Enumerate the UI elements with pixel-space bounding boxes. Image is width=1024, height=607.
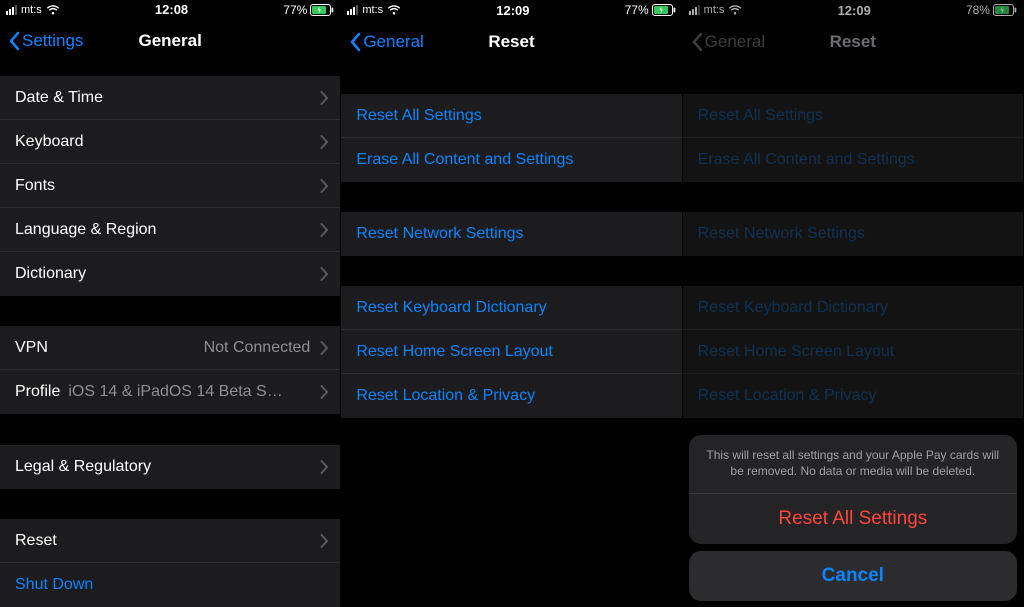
screen-general: mt:s 12:08 77% Settings General Date & T… — [0, 0, 341, 607]
back-button[interactable]: General — [349, 32, 423, 52]
row-dictionary[interactable]: Dictionary — [0, 252, 340, 296]
carrier-label: mt:s — [362, 4, 383, 16]
reset-group-1: Reset All Settings Erase All Content and… — [683, 94, 1023, 182]
row-legal[interactable]: Legal & Regulatory — [0, 445, 340, 489]
row-language-region[interactable]: Language & Region — [0, 208, 340, 252]
chevron-left-icon — [349, 32, 361, 52]
status-bar: mt:s 12:09 78% — [683, 0, 1023, 20]
status-time: 12:09 — [496, 3, 529, 18]
battery-percent: 78% — [966, 3, 990, 17]
reset-group-1: Reset All Settings Erase All Content and… — [341, 94, 681, 182]
back-label: Settings — [22, 31, 83, 51]
chevron-right-icon — [320, 385, 328, 399]
reset-group-3: Reset Keyboard Dictionary Reset Home Scr… — [341, 286, 681, 418]
wifi-icon — [387, 5, 401, 15]
settings-group-3: Legal & Regulatory — [0, 445, 340, 489]
row-reset-network[interactable]: Reset Network Settings — [341, 212, 681, 256]
chevron-right-icon — [320, 534, 328, 548]
wifi-icon — [46, 5, 60, 15]
status-time: 12:08 — [155, 2, 188, 17]
nav-bar: Settings General — [0, 20, 340, 63]
status-time: 12:09 — [838, 3, 871, 18]
sheet-action-reset[interactable]: Reset All Settings — [689, 494, 1017, 544]
chevron-left-icon — [8, 31, 20, 51]
row-date-time[interactable]: Date & Time — [0, 76, 340, 120]
back-button: General — [691, 32, 765, 52]
battery-icon — [652, 4, 676, 16]
settings-group-2: VPN Not Connected Profile iOS 14 & iPadO… — [0, 326, 340, 414]
sheet-cancel-button[interactable]: Cancel — [689, 551, 1017, 601]
nav-bar: General Reset — [341, 20, 681, 64]
row-reset-home-screen-layout[interactable]: Reset Home Screen Layout — [341, 330, 681, 374]
wifi-icon — [728, 5, 742, 15]
row-vpn[interactable]: VPN Not Connected — [0, 326, 340, 370]
screen-reset: mt:s 12:09 77% General Reset Reset All S… — [341, 0, 682, 607]
reset-group-2: Reset Network Settings — [341, 212, 681, 256]
signal-icon — [347, 5, 358, 15]
nav-bar: General Reset — [683, 20, 1023, 64]
settings-group-1: Date & Time Keyboard Fonts Language & Re… — [0, 76, 340, 296]
row-reset-all-settings: Reset All Settings — [683, 94, 1023, 138]
battery-icon — [993, 4, 1017, 16]
action-sheet: This will reset all settings and your Ap… — [689, 435, 1017, 601]
signal-icon — [689, 5, 700, 15]
row-keyboard[interactable]: Keyboard — [0, 120, 340, 164]
row-reset-network: Reset Network Settings — [683, 212, 1023, 256]
row-detail: Not Connected — [204, 339, 311, 357]
status-bar: mt:s 12:08 77% — [0, 0, 340, 20]
back-label: General — [705, 32, 765, 52]
reset-group-3: Reset Keyboard Dictionary Reset Home Scr… — [683, 286, 1023, 418]
chevron-right-icon — [320, 267, 328, 281]
reset-group-2: Reset Network Settings — [683, 212, 1023, 256]
chevron-right-icon — [320, 91, 328, 105]
screen-reset-confirm: mt:s 12:09 78% General Reset Reset All S… — [683, 0, 1024, 607]
battery-icon — [310, 4, 334, 16]
chevron-right-icon — [320, 223, 328, 237]
status-bar: mt:s 12:09 77% — [341, 0, 681, 20]
battery-percent: 77% — [625, 3, 649, 17]
row-fonts[interactable]: Fonts — [0, 164, 340, 208]
signal-icon — [6, 5, 17, 15]
sheet-message: This will reset all settings and your Ap… — [689, 435, 1017, 494]
chevron-right-icon — [320, 135, 328, 149]
row-reset-location-privacy: Reset Location & Privacy — [683, 374, 1023, 418]
back-button[interactable]: Settings — [8, 31, 83, 51]
chevron-right-icon — [320, 460, 328, 474]
row-profile[interactable]: Profile iOS 14 & iPadOS 14 Beta Softwar… — [0, 370, 340, 414]
chevron-right-icon — [320, 179, 328, 193]
row-detail: iOS 14 & iPadOS 14 Beta Softwar… — [68, 383, 288, 401]
sheet-body: This will reset all settings and your Ap… — [689, 435, 1017, 544]
chevron-left-icon — [691, 32, 703, 52]
settings-group-4: Reset Shut Down — [0, 519, 340, 607]
battery-percent: 77% — [283, 3, 307, 17]
row-reset-keyboard-dictionary[interactable]: Reset Keyboard Dictionary — [341, 286, 681, 330]
row-reset[interactable]: Reset — [0, 519, 340, 563]
carrier-label: mt:s — [21, 4, 42, 16]
back-label: General — [363, 32, 423, 52]
carrier-label: mt:s — [704, 4, 725, 16]
row-reset-keyboard-dictionary: Reset Keyboard Dictionary — [683, 286, 1023, 330]
row-reset-home-screen-layout: Reset Home Screen Layout — [683, 330, 1023, 374]
row-reset-all-settings[interactable]: Reset All Settings — [341, 94, 681, 138]
chevron-right-icon — [320, 341, 328, 355]
row-shut-down[interactable]: Shut Down — [0, 563, 340, 607]
row-reset-location-privacy[interactable]: Reset Location & Privacy — [341, 374, 681, 418]
row-erase-all-content: Erase All Content and Settings — [683, 138, 1023, 182]
row-erase-all-content[interactable]: Erase All Content and Settings — [341, 138, 681, 182]
